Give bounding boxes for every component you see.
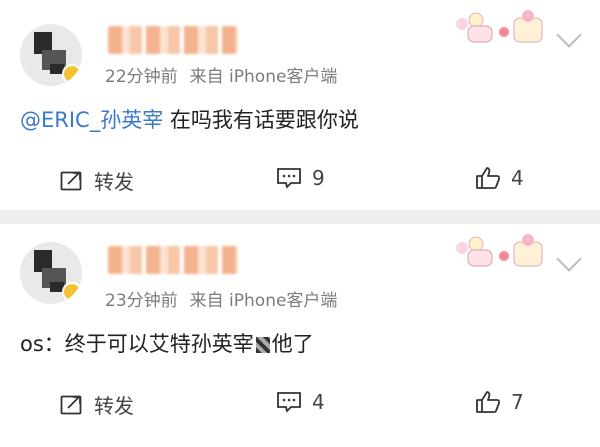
repost-button[interactable]: 转发 (60, 166, 134, 195)
verified-badge-icon (62, 64, 82, 84)
repost-icon (60, 395, 82, 414)
post-source: 来自 iPhone客户端 (189, 291, 338, 311)
comment-count: 4 (312, 390, 325, 414)
comment-icon (277, 392, 301, 413)
comment-count: 9 (312, 166, 325, 190)
chevron-down-icon[interactable] (556, 22, 582, 48)
post-text: 在吗我有话要跟你说 (163, 108, 359, 132)
action-bar: 转发 9 4 (0, 166, 600, 196)
username-blurred[interactable] (108, 246, 238, 274)
repost-label: 转发 (94, 394, 134, 418)
username-blurred[interactable] (108, 26, 238, 54)
post-time: 22分钟前 (105, 67, 178, 87)
post-meta: 23分钟前 来自 iPhone客户端 (105, 286, 337, 311)
post-text-tail: 他了 (271, 332, 314, 356)
like-button[interactable]: 7 (475, 390, 524, 414)
repost-icon (60, 171, 82, 190)
comment-button[interactable]: 4 (276, 390, 325, 414)
comment-icon (277, 168, 301, 189)
action-bar: 转发 4 7 (0, 390, 600, 420)
comment-button[interactable]: 9 (276, 166, 325, 190)
like-icon (476, 167, 501, 189)
mention-link[interactable]: @ERIC_孙英宰 (20, 108, 163, 132)
post-meta: 22分钟前 来自 iPhone客户端 (105, 62, 337, 87)
post-content: @ERIC_孙英宰 在吗我有话要跟你说 (20, 104, 359, 134)
like-count: 7 (511, 390, 524, 414)
post-content: os：终于可以艾特孙英宰 他了 (20, 328, 314, 358)
like-button[interactable]: 4 (475, 166, 524, 190)
post-card: 22分钟前 来自 iPhone客户端 @ERIC_孙英宰 在吗我有话要跟你说 转发… (0, 0, 600, 210)
post-time: 23分钟前 (105, 291, 178, 311)
chevron-down-icon[interactable] (556, 246, 582, 272)
avatar[interactable] (20, 24, 82, 86)
post-source: 来自 iPhone客户端 (189, 67, 338, 87)
like-count: 4 (511, 166, 524, 190)
repost-label: 转发 (94, 170, 134, 194)
sticker-icon (456, 234, 543, 267)
post-text: os：终于可以艾特孙英宰 (20, 332, 254, 356)
like-icon (476, 391, 501, 413)
avatar[interactable] (20, 242, 82, 304)
post-card: 23分钟前 来自 iPhone客户端 os：终于可以艾特孙英宰 他了 转发 4 7 (0, 224, 600, 447)
repost-button[interactable]: 转发 (60, 390, 134, 419)
redacted-mark (255, 337, 270, 353)
verified-badge-icon (62, 282, 82, 302)
sticker-icon (456, 10, 543, 43)
